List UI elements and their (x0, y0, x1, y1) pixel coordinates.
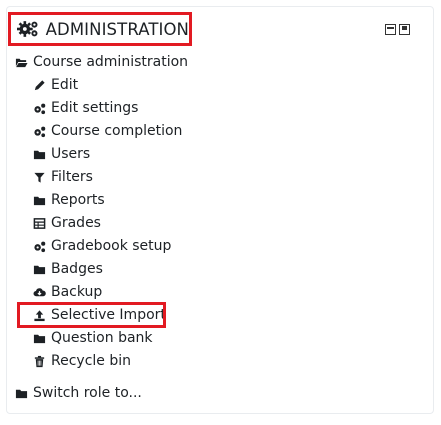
switch-role-label: Switch role to... (33, 385, 142, 401)
trash-icon (32, 354, 46, 368)
menu-item-filters[interactable]: Filters (32, 167, 93, 187)
menu-item-label: Recycle bin (51, 353, 131, 369)
table-icon (32, 216, 46, 230)
folder-icon (32, 193, 46, 207)
menu-item-label: Edit (51, 77, 79, 93)
admin-tree: Course administration Edit Edit settings… (0, 0, 441, 425)
menu-item-backup[interactable]: Backup (32, 282, 102, 302)
menu-item-grades[interactable]: Grades (32, 213, 101, 233)
menu-item-label: Gradebook setup (51, 238, 172, 254)
course-administration-label: Course administration (33, 54, 189, 70)
menu-item-gradebook-setup[interactable]: Gradebook setup (32, 236, 171, 256)
menu-item-label: Filters (51, 169, 93, 185)
menu-item-users[interactable]: Users (32, 144, 90, 164)
menu-item-edit-settings[interactable]: Edit settings (32, 98, 138, 118)
menu-item-reports[interactable]: Reports (32, 190, 105, 210)
menu-item-label: Reports (51, 192, 105, 208)
cogs-icon (32, 101, 46, 115)
folder-icon (14, 386, 28, 400)
folder-open-icon (14, 55, 28, 69)
selective-import-highlight (17, 302, 166, 328)
course-administration-node[interactable]: Course administration (14, 52, 188, 72)
cloud-download-icon (32, 285, 46, 299)
cogs-icon (32, 124, 46, 138)
menu-item-edit[interactable]: Edit (32, 75, 78, 95)
menu-item-recycle-bin[interactable]: Recycle bin (32, 351, 131, 371)
folder-icon (32, 147, 46, 161)
menu-item-label: Backup (51, 284, 103, 300)
pencil-icon (32, 78, 46, 92)
switch-role-node[interactable]: Switch role to... (14, 383, 142, 403)
folder-icon (32, 262, 46, 276)
menu-item-label: Course completion (51, 123, 183, 139)
menu-item-label: Badges (51, 261, 103, 277)
menu-item-label: Edit settings (51, 100, 139, 116)
menu-item-course-completion[interactable]: Course completion (32, 121, 182, 141)
folder-icon (32, 331, 46, 345)
menu-item-label: Users (51, 146, 91, 162)
cogs-icon (32, 239, 46, 253)
menu-item-label: Question bank (51, 330, 153, 346)
menu-item-badges[interactable]: Badges (32, 259, 103, 279)
filter-icon (32, 170, 46, 184)
menu-item-question-bank[interactable]: Question bank (32, 328, 153, 348)
menu-item-label: Grades (51, 215, 101, 231)
